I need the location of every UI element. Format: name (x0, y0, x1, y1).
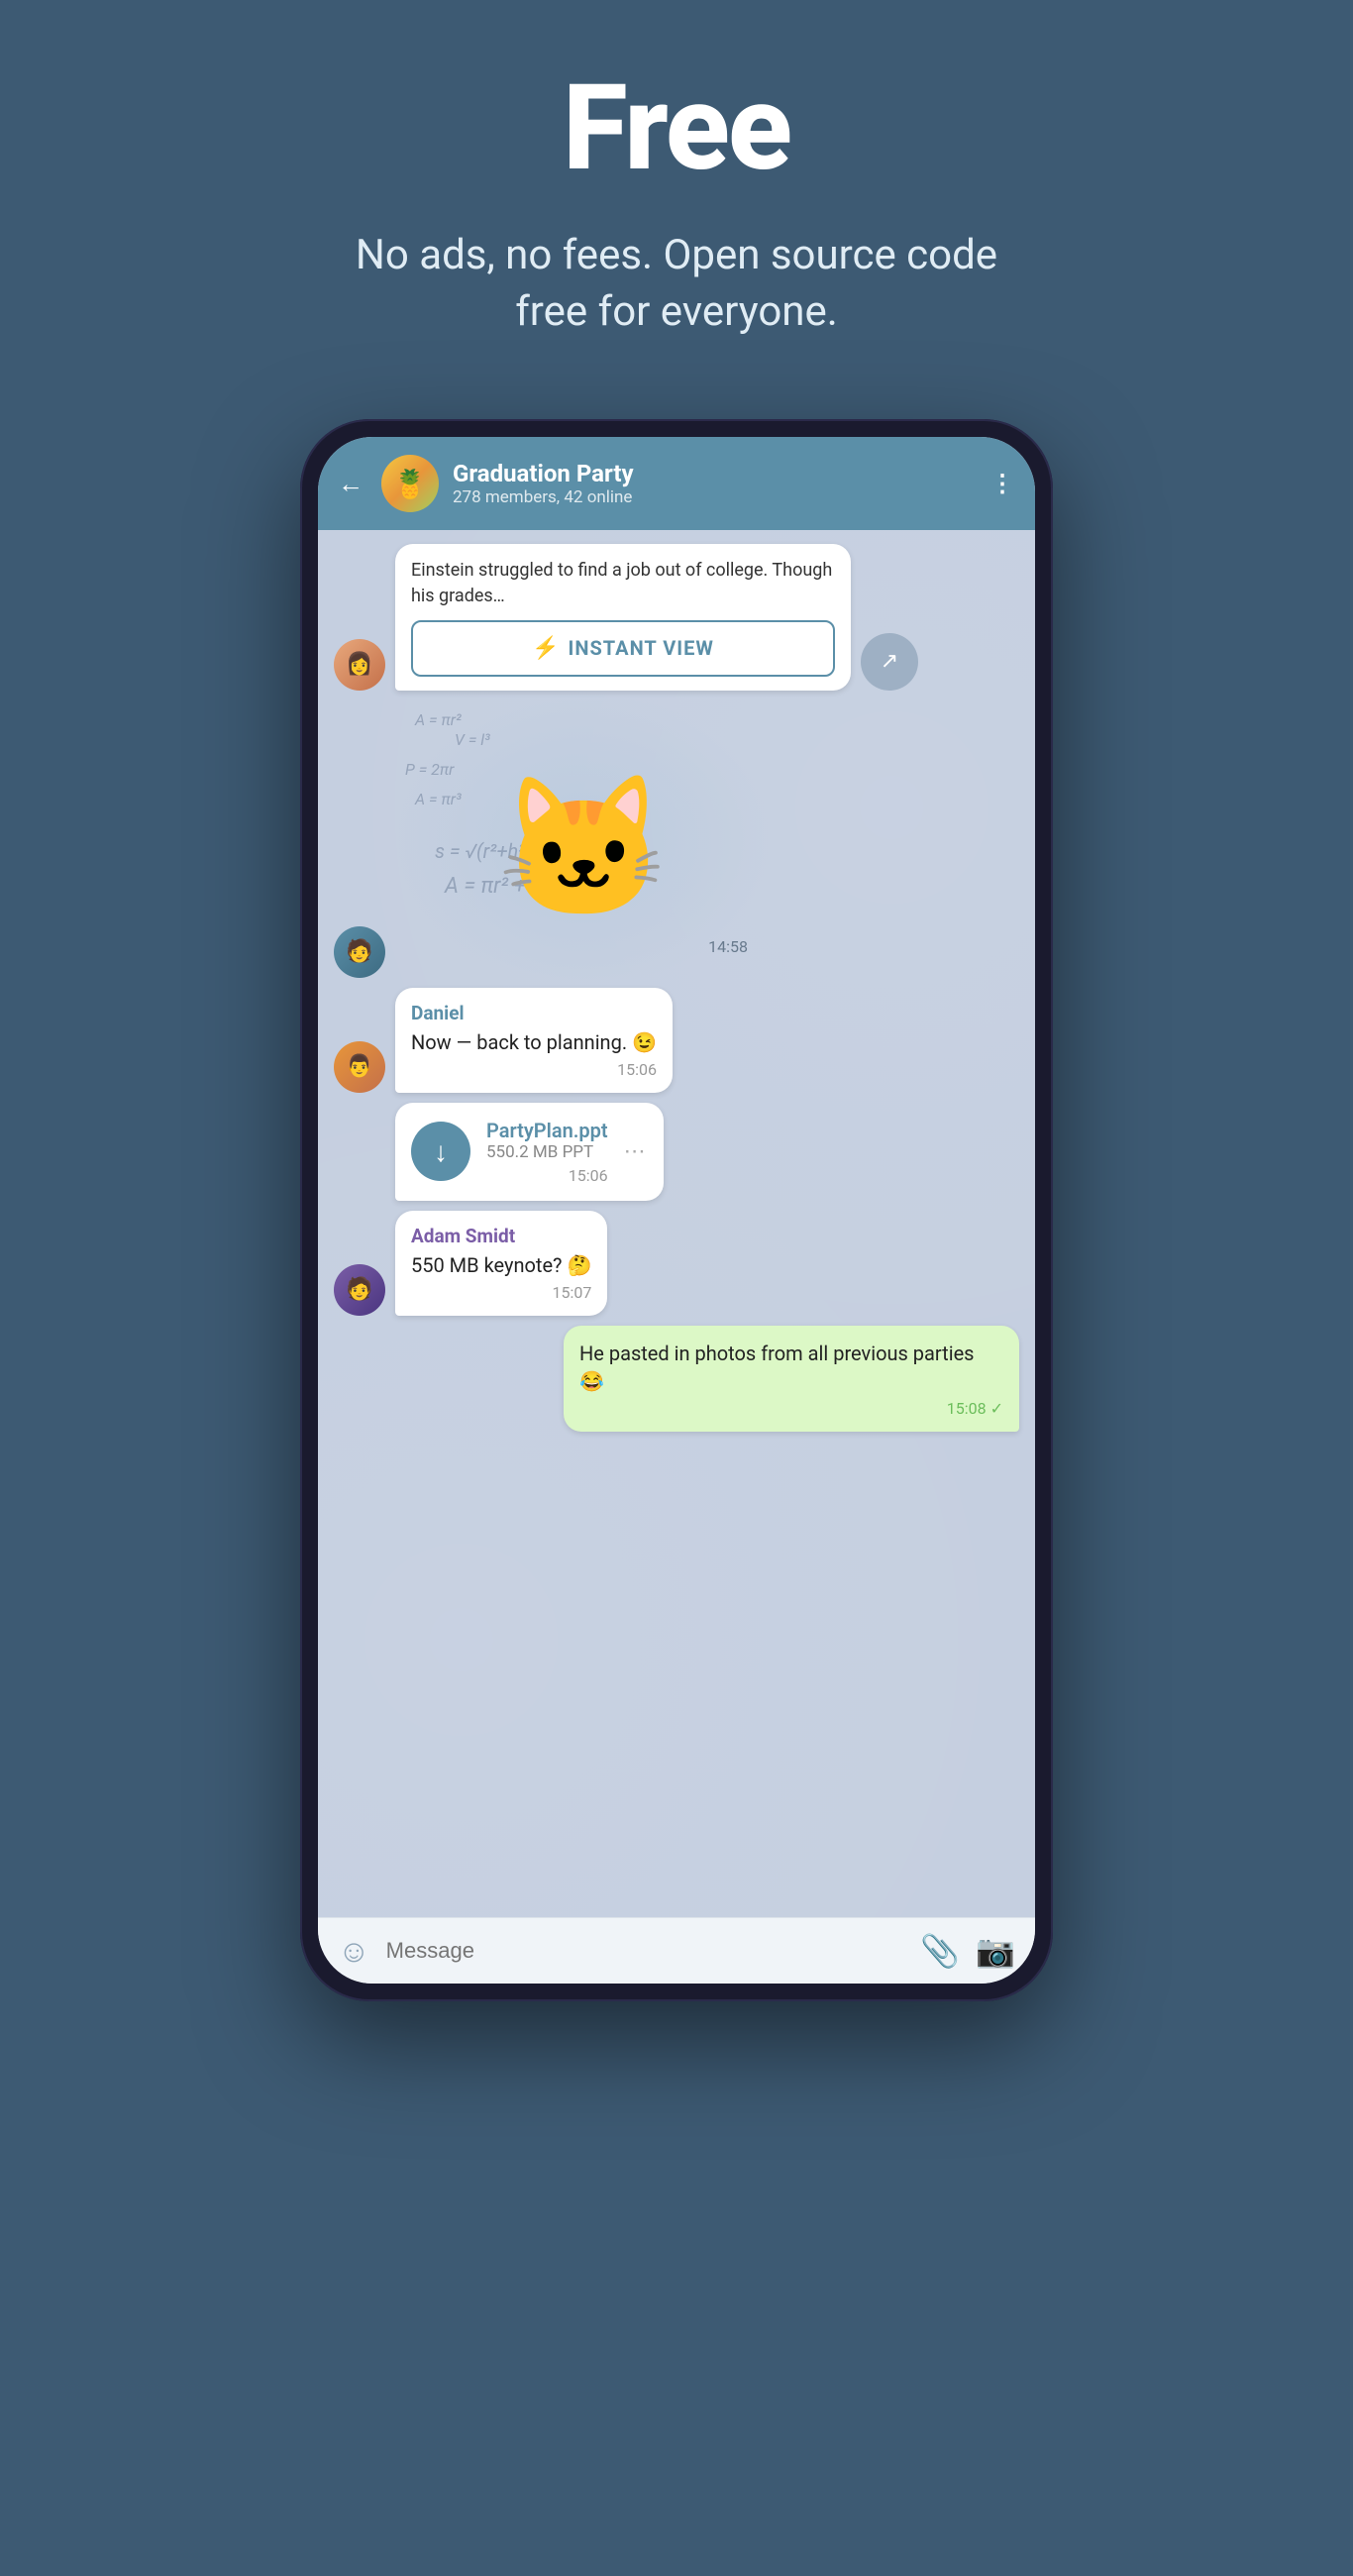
share-icon: ↗ (881, 649, 898, 674)
group-meta: 278 members, 42 online (453, 487, 977, 507)
file-size: 550.2 MB PPT (486, 1142, 608, 1162)
phone-frame: ← 🍍 Graduation Party 278 members, 42 onl… (300, 419, 1053, 2001)
sticker-row: 🧑 A = πr² V = l³ P = 2πr A = πr³ s = √(r… (334, 700, 1019, 978)
chat-header-info: Graduation Party 278 members, 42 online (453, 460, 977, 507)
cat-sticker: 🐱 (497, 780, 670, 918)
read-receipt-icon: ✓ (990, 1399, 1003, 1418)
table-row: He pasted in photos from all previous pa… (334, 1326, 1019, 1432)
link-excerpt: Einstein struggled to find a job out of … (411, 558, 835, 607)
instant-view-label: INSTANT VIEW (569, 636, 714, 660)
share-button[interactable]: ↗ (861, 633, 918, 691)
message-text: Now — back to planning. 😉 (411, 1028, 657, 1056)
message-timestamp: 15:07 (411, 1283, 591, 1302)
group-avatar: 🍍 (381, 455, 439, 512)
instant-view-button[interactable]: ⚡ INSTANT VIEW (411, 620, 835, 677)
outgoing-bubble: He pasted in photos from all previous pa… (564, 1326, 1019, 1432)
chat-header: ← 🍍 Graduation Party 278 members, 42 onl… (318, 437, 1035, 530)
math-formula-1: A = πr² (415, 710, 462, 729)
file-more-button[interactable]: ⋯ (624, 1139, 648, 1164)
avatar: 🧑 (334, 926, 385, 978)
download-button[interactable]: ↓ (411, 1122, 470, 1181)
message-timestamp: 15:08 ✓ (579, 1399, 1003, 1418)
avatar: 👨 (334, 1041, 385, 1093)
file-bubble: ↓ PartyPlan.ppt 550.2 MB PPT 15:06 ⋯ (395, 1103, 664, 1201)
message-text: He pasted in photos from all previous pa… (579, 1340, 1003, 1395)
message-sender: Daniel (411, 1002, 657, 1024)
message-timestamp: 15:06 (486, 1166, 608, 1185)
math-formula-3: P = 2πr (405, 760, 454, 779)
emoji-button[interactable]: ☺ (338, 1932, 370, 1970)
file-name: PartyPlan.ppt (486, 1119, 608, 1142)
table-row: 🧑 Adam Smidt 550 MB keynote? 🤔 15:07 (334, 1211, 1019, 1316)
message-sender: Adam Smidt (411, 1225, 591, 1247)
avatar-icon: 👨 (346, 1054, 372, 1079)
message-timestamp: 15:06 (411, 1060, 657, 1079)
download-icon: ↓ (434, 1135, 448, 1168)
timestamp-label: 15:08 (947, 1399, 987, 1418)
table-row: 👩 Einstein struggled to find a job out o… (334, 544, 1019, 690)
avatar: 👩 (334, 639, 385, 691)
page-title: Free (563, 59, 790, 198)
hero-subtitle: No ads, no fees. Open source code free f… (330, 228, 1023, 340)
avatar-icon: 🧑 (346, 939, 372, 964)
camera-button[interactable]: 📷 (976, 1932, 1015, 1970)
bolt-icon: ⚡ (532, 636, 560, 661)
input-bar: ☺ 📎 📷 (318, 1917, 1035, 1984)
sticker-timestamp: 14:58 (708, 937, 748, 956)
math-formula-2: V = l³ (455, 730, 490, 749)
link-preview-bubble: Einstein struggled to find a job out of … (395, 544, 851, 690)
table-row: 👨 Daniel Now — back to planning. 😉 15:06 (334, 988, 1019, 1093)
avatar-icon: 🧑 (346, 1277, 372, 1302)
text-bubble: Adam Smidt 550 MB keynote? 🤔 15:07 (395, 1211, 607, 1316)
chat-body: 👩 Einstein struggled to find a job out o… (318, 530, 1035, 1917)
table-row: ↓ PartyPlan.ppt 550.2 MB PPT 15:06 ⋯ (334, 1103, 1019, 1201)
avatar: 🧑 (334, 1264, 385, 1316)
file-info: PartyPlan.ppt 550.2 MB PPT 15:06 (486, 1119, 608, 1185)
attach-button[interactable]: 📎 (920, 1932, 960, 1970)
avatar-icon: 👩 (346, 652, 372, 677)
math-formula-4: A = πr³ (415, 790, 462, 808)
sticker-message: A = πr² V = l³ P = 2πr A = πr³ s = √(r²+… (395, 700, 772, 978)
text-bubble: Daniel Now — back to planning. 😉 15:06 (395, 988, 673, 1093)
phone-screen: ← 🍍 Graduation Party 278 members, 42 onl… (318, 437, 1035, 1984)
group-name: Graduation Party (453, 460, 977, 487)
back-button[interactable]: ← (338, 469, 364, 499)
avatar-emoji: 🍍 (393, 468, 428, 500)
more-button[interactable]: ⋮ (990, 470, 1015, 497)
message-input[interactable] (386, 1938, 905, 1964)
message-text: 550 MB keynote? 🤔 (411, 1251, 591, 1279)
